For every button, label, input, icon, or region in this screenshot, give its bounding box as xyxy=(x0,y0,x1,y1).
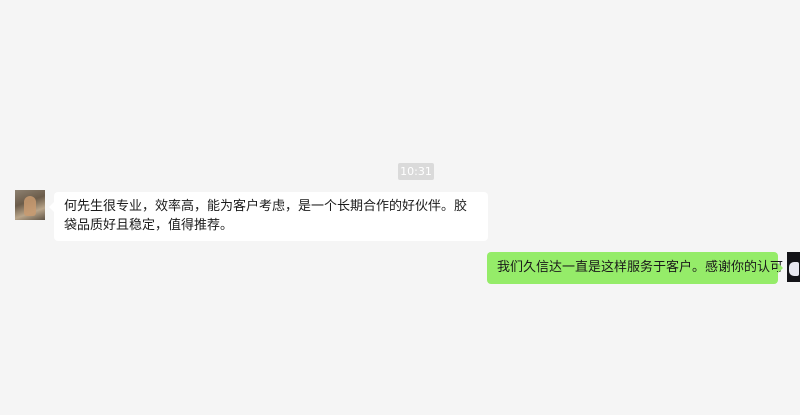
self-avatar[interactable] xyxy=(787,252,800,282)
message-timestamp: 10:31 xyxy=(398,163,434,180)
avatar-photo xyxy=(789,262,799,276)
contact-avatar[interactable] xyxy=(15,190,45,220)
incoming-message-bubble[interactable]: 何先生很专业，效率高，能为客户考虑，是一个长期合作的好伙伴。胶袋品质好且稳定，值… xyxy=(49,192,488,241)
outgoing-message-bubble[interactable]: 我们久信达一直是这样服务于客户。感谢你的认可 xyxy=(487,252,783,284)
avatar-photo xyxy=(24,196,36,216)
